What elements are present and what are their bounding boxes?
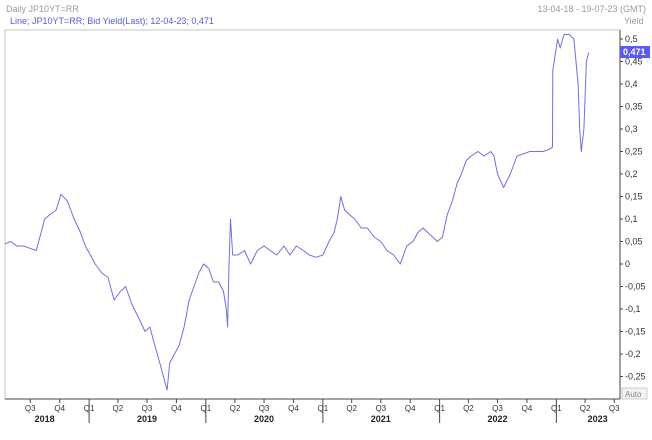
x-tick-label: Q1 [201,404,212,413]
x-tick-label: Q2 [463,404,474,413]
x-tick-label: Q4 [171,404,182,413]
x-axis-ticks: Q3 Q4 Q1 Q2 Q3 Q4 Q1 Q2 Q3 Q4 Q1 Q2 Q3 Q4 Q1 Q2 Q3 Q4 Q1 Q2… [25,399,620,424]
chart-title: Daily JP10YT=RR [6,4,79,14]
x-tick-label: Q3 [492,404,503,413]
x-tick-label: Q1 [551,404,562,413]
y-tick-label: -0,15 [625,327,646,337]
x-tick-label: Q3 [259,404,270,413]
series-label: Line; JP10YT=RR; Bid Yield(Last); 12-04-… [10,16,214,26]
x-tick-label: Q2 [230,404,241,413]
x-tick-label: Q4 [288,404,299,413]
y-tick-label: 0,25 [625,147,643,157]
x-year-label: 2023 [588,414,608,424]
y-tick-label: -0,2 [625,349,641,359]
y-tick-label: 0,1 [625,214,638,224]
y-tick-label: 0,2 [625,169,638,179]
y-unit-label: Yield [624,16,644,26]
y-axis-ticks: 0,50,450,40,350,30,250,20,150,10,050-0,0… [620,34,646,382]
y-tick-label: 0,15 [625,192,643,202]
x-tick-label: Q1 [318,404,329,413]
plot-frame [4,29,621,400]
y-tick-label: 0,3 [625,124,638,134]
last-value-marker: 0,471 [620,46,650,59]
x-tick-label: Q4 [522,404,533,413]
x-tick-label: Q1 [434,404,445,413]
x-tick-label: Q3 [142,404,153,413]
y-tick-label: -0,05 [625,282,646,292]
y-tick-label: 0,05 [625,237,643,247]
y-tick-label: 0 [625,259,630,269]
y-tick-label: 0,35 [625,102,643,112]
x-year-label: 2021 [371,414,391,424]
y-tick-label: -0,1 [625,304,641,314]
x-tick-label: Q3 [25,404,36,413]
x-year-label: 2018 [35,414,55,424]
auto-scale-label: Auto [625,390,642,399]
x-year-label: 2022 [487,414,507,424]
x-tick-label: Q2 [113,404,124,413]
x-year-label: 2020 [254,414,274,424]
x-tick-label: Q2 [346,404,357,413]
x-tick-label: Q3 [375,404,386,413]
x-year-label: 2019 [137,414,157,424]
date-range: 13-04-18 - 19-07-23 (GMT) [537,4,646,14]
x-tick-label: Q3 [609,404,620,413]
y-tick-label: 0,4 [625,79,638,89]
y-tick-label: -0,25 [625,372,646,382]
x-tick-label: Q1 [84,404,95,413]
last-value-label: 0,471 [623,47,646,57]
x-tick-label: Q4 [54,404,65,413]
x-tick-label: Q4 [405,404,416,413]
y-tick-label: 0,5 [625,34,638,44]
x-tick-label: Q2 [580,404,591,413]
chart: Daily JP10YT=RR 13-04-18 - 19-07-23 (GMT… [4,4,650,424]
